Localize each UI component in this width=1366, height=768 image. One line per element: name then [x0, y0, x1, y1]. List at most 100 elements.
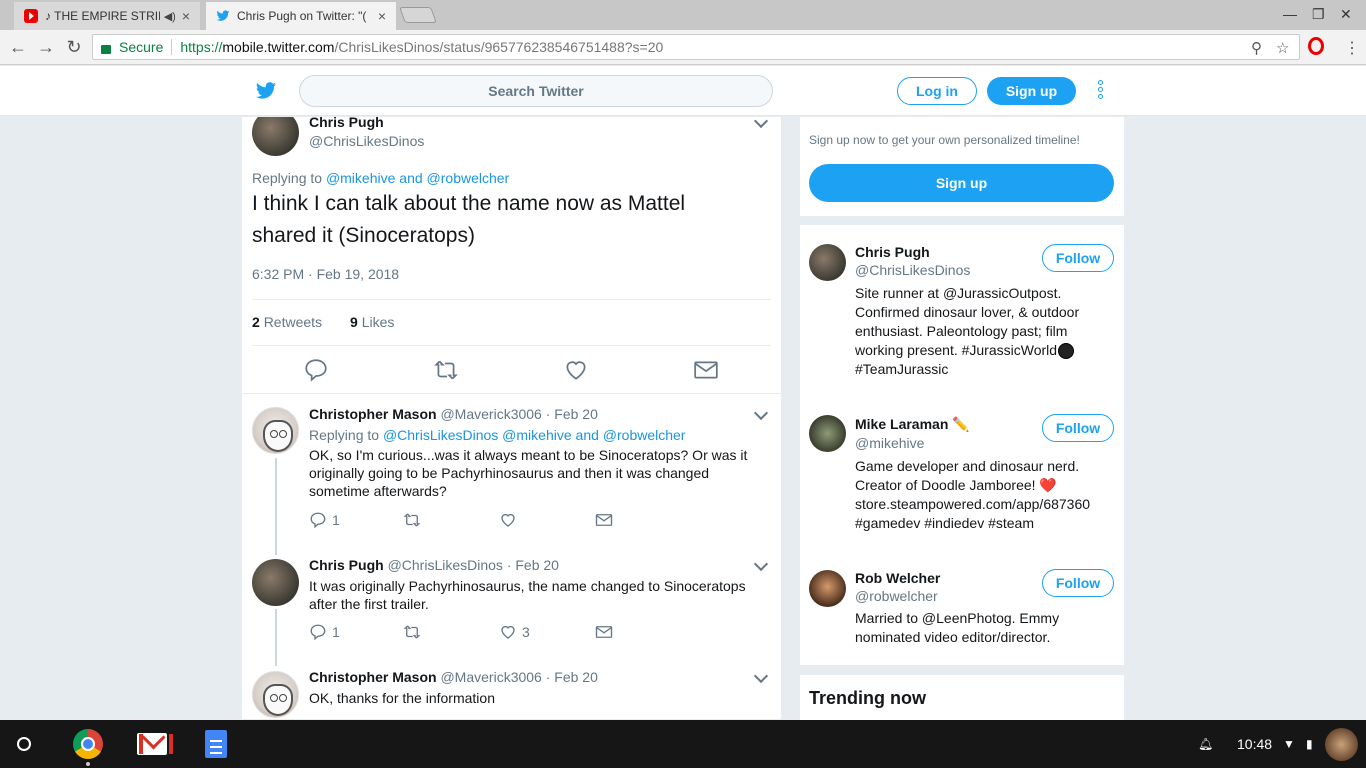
reply-author-handle[interactable]: @ChrisLikesDinos [388, 557, 503, 573]
reply-date[interactable]: · Feb 20 [507, 557, 559, 573]
reply-icon[interactable] [309, 623, 327, 641]
user-handle[interactable]: @ChrisLikesDinos [855, 262, 970, 278]
replying-prefix: Replying to [309, 427, 380, 443]
forward-icon[interactable]: → [36, 37, 56, 58]
reply-action[interactable]: 1 [309, 511, 340, 529]
chrome-app-icon[interactable] [73, 729, 103, 759]
user-bio: Game developer and dinosaur nerd. Creato… [855, 457, 1115, 533]
header-signup-button[interactable]: Sign up [987, 77, 1076, 105]
launcher-icon[interactable] [17, 737, 31, 751]
user-name[interactable]: Chris Pugh [855, 244, 930, 260]
dm-action[interactable] [595, 511, 618, 529]
retweet-icon[interactable] [433, 357, 459, 383]
retweet-action[interactable] [402, 511, 427, 529]
bookmark-star-icon[interactable]: ☆ [1276, 39, 1289, 57]
direct-message-icon[interactable] [595, 623, 613, 641]
address-bar[interactable]: Secure https:// mobile.twitter.com /Chri… [92, 34, 1300, 60]
user-name[interactable]: Mike Laraman ✏️ [855, 416, 970, 433]
sidebar-signup-button[interactable]: Sign up [809, 164, 1114, 202]
mention-link[interactable]: @ChrisLikesDinos @mikehive [383, 427, 572, 443]
user-name[interactable]: Rob Welcher [855, 570, 940, 586]
close-window-icon[interactable]: ✕ [1340, 6, 1352, 23]
direct-message-icon[interactable] [693, 357, 719, 383]
reply-author-handle[interactable]: @Maverick3006 [440, 406, 541, 422]
speaker-icon[interactable]: ◀) [164, 10, 176, 23]
avatar[interactable] [809, 244, 846, 281]
zoom-icon[interactable]: ⚲ [1251, 39, 1262, 57]
tweet-text: I think I can talk about the name now as… [252, 188, 722, 252]
reload-icon[interactable]: ↻ [64, 37, 84, 58]
retweet-icon[interactable] [402, 623, 422, 641]
restore-icon[interactable]: ❐ [1312, 6, 1325, 23]
reply-author-name[interactable]: Christopher Mason [309, 406, 437, 422]
tab-title: Chris Pugh on Twitter: "( [237, 9, 367, 23]
direct-message-icon[interactable] [595, 511, 613, 529]
close-tab-icon[interactable]: × [182, 8, 190, 24]
follow-button[interactable]: Follow [1042, 244, 1114, 272]
gmail-app-icon[interactable] [137, 733, 173, 755]
replying-and[interactable]: and [399, 170, 422, 186]
reply-date[interactable]: · Feb 20 [546, 406, 598, 422]
new-tab-button[interactable] [399, 7, 437, 23]
follow-button[interactable]: Follow [1042, 414, 1114, 442]
clock[interactable]: 10:48 [1237, 736, 1272, 752]
like-heart-icon[interactable] [563, 357, 589, 383]
avatar[interactable] [252, 671, 299, 718]
browser-tab-youtube[interactable]: ♪ THE EMPIRE STRIKE ◀) × [14, 2, 200, 30]
avatar[interactable] [252, 117, 299, 156]
retweet-icon[interactable] [402, 511, 422, 529]
like-heart-icon[interactable] [499, 623, 517, 641]
avatar[interactable] [809, 570, 846, 607]
mention-link[interactable]: @robwelcher [603, 427, 686, 443]
close-tab-icon[interactable]: × [378, 8, 386, 24]
reply-icon[interactable] [309, 511, 327, 529]
wifi-icon[interactable]: ▼ [1283, 737, 1295, 751]
like-action[interactable] [499, 511, 522, 529]
reply-action[interactable]: 1 [309, 623, 340, 641]
mention-link[interactable]: @robwelcher [427, 170, 510, 186]
reply-date[interactable]: · Feb 20 [546, 669, 598, 685]
user-bio: Married to @LeenPhotog. Emmy nominated v… [855, 609, 1115, 647]
tweet-timestamp[interactable]: 6:32 PM · Feb 19, 2018 [252, 266, 399, 282]
avatar[interactable] [252, 407, 299, 454]
like-action[interactable]: 3 [499, 623, 530, 641]
reply-author-name[interactable]: Christopher Mason [309, 669, 437, 685]
user-handle[interactable]: @robwelcher [855, 588, 938, 604]
battery-icon[interactable]: ▮ [1306, 737, 1313, 751]
replying-and[interactable]: and [576, 427, 599, 443]
chevron-down-icon[interactable] [753, 556, 769, 572]
more-options-icon[interactable] [1096, 80, 1104, 102]
reply-author-name[interactable]: Chris Pugh [309, 557, 384, 573]
search-input[interactable]: Search Twitter [299, 75, 773, 107]
follow-button[interactable]: Follow [1042, 569, 1114, 597]
back-icon[interactable]: ← [8, 37, 28, 58]
retweet-action[interactable] [402, 623, 427, 641]
chevron-down-icon[interactable] [753, 405, 769, 421]
twitter-logo-icon[interactable] [254, 80, 278, 102]
docs-app-icon[interactable] [205, 730, 227, 758]
minimize-icon[interactable]: — [1283, 6, 1297, 22]
reply-author-handle[interactable]: @Maverick3006 [440, 669, 541, 685]
opera-extension-icon[interactable] [1308, 37, 1324, 55]
lock-icon[interactable] [101, 44, 111, 54]
author-name[interactable]: Chris Pugh [309, 117, 384, 130]
browser-tab-twitter[interactable]: Chris Pugh on Twitter: "( × [206, 2, 396, 30]
likes-label: Likes [361, 314, 395, 330]
avatar[interactable] [809, 415, 846, 452]
secure-label[interactable]: Secure [119, 39, 163, 55]
author-handle[interactable]: @ChrisLikesDinos [309, 133, 424, 149]
reply-icon[interactable] [303, 357, 329, 383]
user-account-avatar[interactable] [1325, 728, 1358, 761]
notification-bell-icon[interactable]: 🔔︎ [1198, 737, 1213, 751]
chevron-down-icon[interactable] [753, 668, 769, 684]
user-handle[interactable]: @mikehive [855, 435, 924, 451]
retweets-stat[interactable]: 2 Retweets [252, 314, 322, 330]
login-button[interactable]: Log in [897, 77, 977, 105]
mention-link[interactable]: @mikehive [326, 170, 395, 186]
like-heart-icon[interactable] [499, 511, 517, 529]
browser-menu-icon[interactable]: ⋮ [1344, 38, 1360, 58]
likes-stat[interactable]: 9 Likes [350, 314, 394, 330]
chevron-down-icon[interactable] [753, 117, 769, 129]
dm-action[interactable] [595, 623, 618, 641]
avatar[interactable] [252, 559, 299, 606]
